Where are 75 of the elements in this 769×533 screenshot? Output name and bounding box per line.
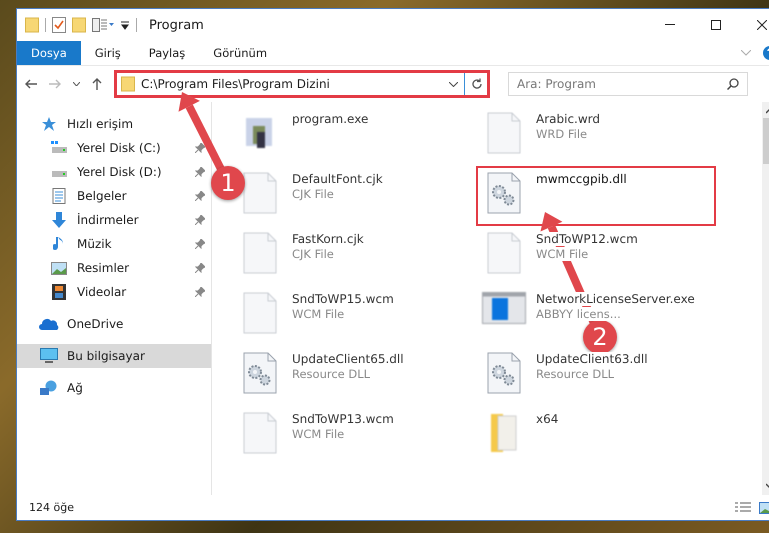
film-strip-icon: [52, 284, 66, 300]
file-name[interactable]: SndToWP12.wcm: [536, 232, 638, 246]
sidebar-item[interactable]: Bu bilgisayar: [17, 344, 211, 368]
document-icon: [243, 232, 277, 274]
file-type: WCM File: [536, 247, 588, 261]
search-field[interactable]: Ara: Program: [508, 72, 748, 96]
minimize-icon: [665, 24, 675, 26]
dropdown-chevron-icon[interactable]: [449, 82, 458, 86]
sidebar-item[interactable]: Ağ: [17, 376, 211, 400]
picture-icon: [51, 262, 67, 274]
document-icon: [52, 188, 66, 204]
file-type: Resource DLL: [536, 367, 614, 381]
back-arrow-icon[interactable]: [25, 79, 37, 89]
ribbon-tab[interactable]: Dosya: [17, 41, 81, 65]
sidebar-item[interactable]: Yerel Disk (C:): [17, 136, 211, 160]
window-title: Program: [149, 18, 204, 32]
document-icon: [243, 172, 277, 214]
document-icon: [243, 412, 277, 454]
file-name[interactable]: DefaultFont.cjk: [292, 172, 383, 186]
recent-caret-icon[interactable]: [73, 82, 80, 86]
file-name[interactable]: UpdateClient63.dll: [536, 352, 648, 366]
properties-check-icon[interactable]: [52, 17, 66, 33]
search-icon: [727, 78, 739, 90]
dropdown-caret-icon[interactable]: [120, 20, 130, 30]
sidebar-item[interactable]: İndirmeler: [17, 208, 211, 232]
sidebar-item[interactable]: Müzik: [17, 232, 211, 256]
network-icon: [40, 380, 58, 396]
file-type: WCM File: [292, 307, 344, 321]
file-name[interactable]: SndToWP15.wcm: [292, 292, 394, 306]
file-name[interactable]: Arabic.wrd: [536, 112, 600, 126]
view-list-icon[interactable]: [92, 18, 114, 32]
download-arrow-icon: [51, 212, 67, 228]
file-name[interactable]: UpdateClient65.dll: [292, 352, 404, 366]
close-icon: [757, 20, 767, 30]
gear-document-icon: [243, 352, 277, 394]
file-name[interactable]: x64: [536, 412, 558, 426]
details-view-icon[interactable]: [735, 502, 751, 514]
gear-document-icon: [487, 352, 521, 394]
star-icon: [41, 116, 57, 132]
file-type: CJK File: [292, 187, 334, 201]
file-name[interactable]: FastKorn.cjk: [292, 232, 364, 246]
sidebar-item[interactable]: OneDrive: [17, 312, 211, 336]
file-type: WRD File: [536, 127, 588, 141]
ribbon-tab[interactable]: Giriş: [80, 41, 135, 65]
file-name[interactable]: NetworkLicenseServer.exe: [536, 292, 695, 306]
document-icon: [487, 232, 521, 274]
document-icon: [243, 292, 277, 334]
music-note-icon: [53, 236, 65, 252]
cloud-icon: [39, 318, 59, 330]
sidebar-item[interactable]: Resimler: [17, 256, 211, 280]
drive-icon: [51, 141, 67, 155]
folder-icon: [25, 17, 39, 33]
folder-icon: [490, 412, 518, 454]
document-icon: [487, 112, 521, 154]
ribbon-tab[interactable]: Görünüm: [199, 41, 282, 65]
sidebar-item[interactable]: Yerel Disk (D:): [17, 160, 211, 184]
computer-icon: [40, 348, 58, 364]
maximize-icon: [711, 20, 721, 30]
application-window-icon: [482, 292, 526, 324]
address-field[interactable]: C:\Program Files\Program Dizini: [116, 72, 488, 96]
file-name[interactable]: SndToWP13.wcm: [292, 412, 394, 426]
refresh-icon[interactable]: [471, 78, 483, 90]
up-arrow-icon[interactable]: [92, 78, 102, 90]
sidebar-item[interactable]: Hızlı erişim: [17, 112, 211, 136]
sidebar-item[interactable]: Videolar: [17, 280, 211, 304]
file-type: WCM File: [292, 427, 344, 441]
file-type: Resource DLL: [292, 367, 370, 381]
item-count: 124 öğe: [29, 501, 75, 514]
ribbon-tab[interactable]: Paylaş: [134, 41, 200, 65]
folder-icon: [121, 76, 135, 92]
file-name[interactable]: mwmccgpib.dll: [536, 172, 627, 186]
file-type: ABBYY licens...: [536, 307, 621, 321]
gear-document-icon: [487, 172, 521, 214]
sidebar-item[interactable]: Belgeler: [17, 184, 211, 208]
file-type: CJK File: [292, 247, 334, 261]
